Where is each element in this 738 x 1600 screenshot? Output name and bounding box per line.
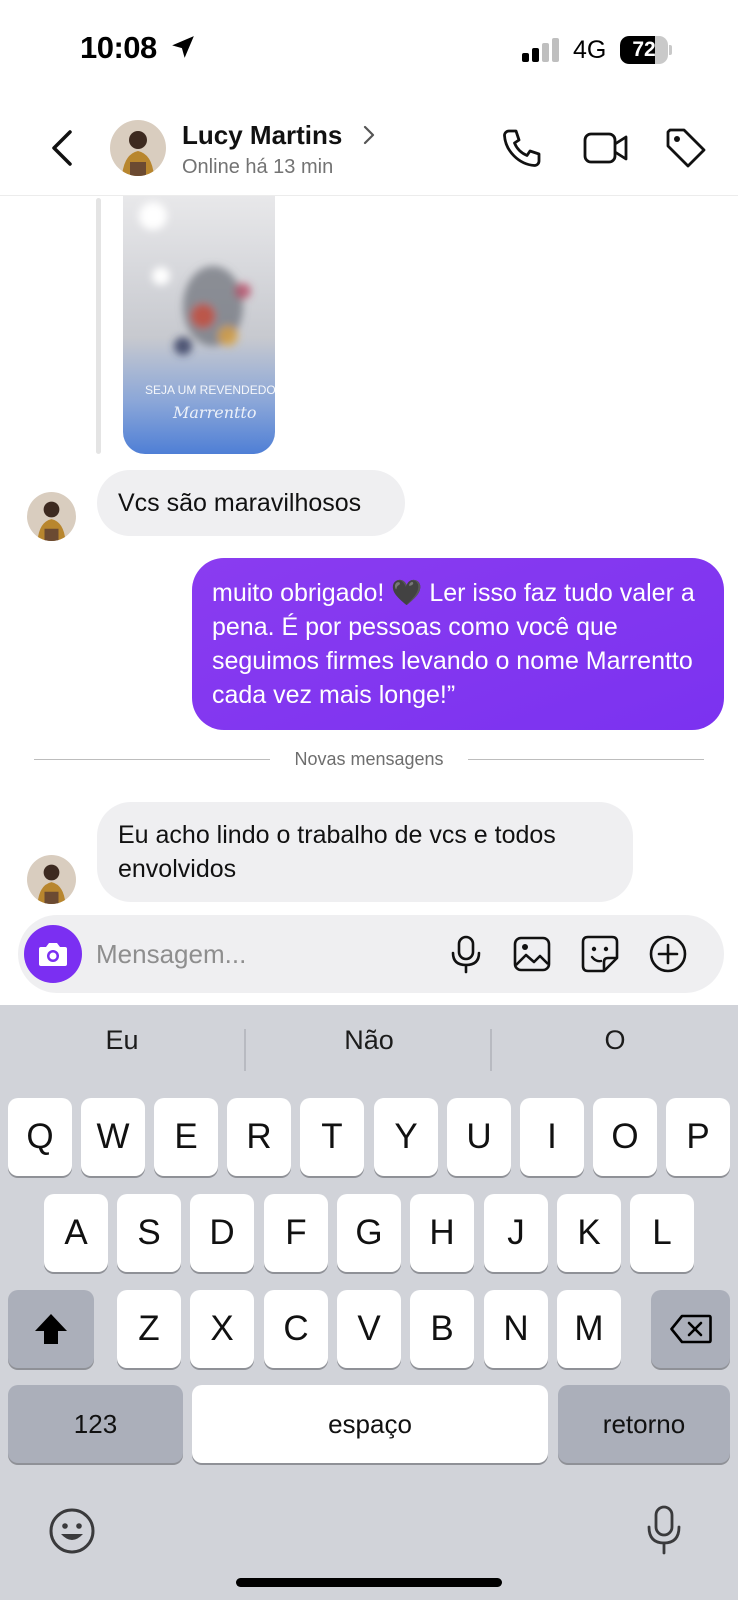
key-s[interactable]: S — [117, 1194, 181, 1272]
dictation-microphone-icon[interactable] — [644, 1505, 684, 1557]
shared-story-thumbnail[interactable]: SEJA UM REVENDEDOR Marrentto — [123, 196, 275, 454]
emoji-icon[interactable] — [48, 1507, 96, 1555]
home-indicator[interactable] — [236, 1578, 502, 1587]
video-call-icon[interactable] — [582, 126, 630, 170]
key-i[interactable]: I — [520, 1098, 584, 1176]
sender-avatar[interactable] — [27, 492, 76, 541]
suggestion-2[interactable]: Não — [269, 1025, 469, 1056]
story-overlay-text: SEJA UM REVENDEDOR — [145, 383, 275, 397]
key-h[interactable]: H — [410, 1194, 474, 1272]
shift-arrow-icon — [35, 1314, 67, 1344]
cellular-signal-icon — [522, 38, 559, 62]
key-p[interactable]: P — [666, 1098, 730, 1176]
message-text: muito obrigado! 🖤 Ler isso faz tudo vale… — [212, 579, 695, 709]
suggestion-3[interactable]: O — [515, 1025, 715, 1056]
microphone-icon[interactable] — [446, 934, 486, 974]
key-w[interactable]: W — [81, 1098, 145, 1176]
sticker-icon[interactable] — [580, 934, 620, 974]
return-key[interactable]: retorno — [558, 1385, 730, 1463]
key-z[interactable]: Z — [117, 1290, 181, 1368]
key-t[interactable]: T — [300, 1098, 364, 1176]
space-key[interactable]: espaço — [192, 1385, 548, 1463]
outgoing-message-bubble[interactable]: muito obrigado! 🖤 Ler isso faz tudo vale… — [192, 558, 724, 730]
key-v[interactable]: V — [337, 1290, 401, 1368]
keyboard: Eu Não O Q W E R T Y U I O P A S D F G H… — [0, 1005, 738, 1600]
backspace-key[interactable] — [651, 1290, 730, 1368]
key-u[interactable]: U — [447, 1098, 511, 1176]
location-arrow-icon — [172, 36, 194, 58]
key-n[interactable]: N — [484, 1290, 548, 1368]
story-brand-script: Marrentto — [172, 403, 256, 422]
suggestion-1[interactable]: Eu — [22, 1025, 222, 1056]
key-f[interactable]: F — [264, 1194, 328, 1272]
add-circle-icon[interactable] — [648, 934, 688, 974]
reply-indicator-line — [96, 198, 101, 454]
contact-name[interactable]: Lucy Martins — [182, 120, 342, 151]
phone-call-icon[interactable] — [500, 126, 544, 170]
incoming-message-bubble[interactable]: Eu acho lindo o trabalho de vcs e todos … — [97, 802, 633, 902]
divider-line-right — [468, 759, 704, 760]
key-r[interactable]: R — [227, 1098, 291, 1176]
contact-avatar[interactable] — [110, 120, 166, 176]
new-messages-divider: Novas mensagens — [294, 749, 444, 769]
incoming-message-bubble[interactable]: Vcs são maravilhosos — [97, 470, 405, 536]
divider-line-left — [34, 759, 270, 760]
status-time: 10:08 — [80, 30, 157, 65]
message-input[interactable] — [96, 929, 416, 979]
backspace-icon — [669, 1314, 712, 1344]
key-a[interactable]: A — [44, 1194, 108, 1272]
message-text: Eu acho lindo o trabalho de vcs e todos … — [118, 821, 556, 883]
suggestion-separator — [244, 1029, 246, 1071]
key-c[interactable]: C — [264, 1290, 328, 1368]
contact-status: Online há 13 min — [182, 156, 334, 178]
key-m[interactable]: M — [557, 1290, 621, 1368]
suggestion-separator — [490, 1029, 492, 1071]
battery-level: 72 — [632, 38, 656, 61]
message-text: Vcs são maravilhosos — [118, 489, 362, 517]
back-chevron-icon[interactable] — [44, 126, 80, 170]
key-b[interactable]: B — [410, 1290, 474, 1368]
key-g[interactable]: G — [337, 1194, 401, 1272]
sender-avatar[interactable] — [27, 855, 76, 904]
numbers-key[interactable]: 123 — [8, 1385, 183, 1463]
network-type: 4G — [573, 36, 607, 64]
chat-header: Lucy Martins Online há 13 min — [0, 100, 738, 196]
key-k[interactable]: K — [557, 1194, 621, 1272]
key-j[interactable]: J — [484, 1194, 548, 1272]
battery-icon: 72 — [620, 36, 672, 64]
camera-button[interactable] — [24, 925, 82, 983]
message-composer — [18, 915, 724, 993]
gallery-icon[interactable] — [512, 934, 552, 974]
camera-icon — [39, 943, 67, 966]
tag-icon[interactable] — [664, 126, 708, 170]
key-y[interactable]: Y — [374, 1098, 438, 1176]
status-bar: 10:08 4G 72 — [0, 0, 738, 100]
key-e[interactable]: E — [154, 1098, 218, 1176]
chevron-right-icon — [363, 125, 375, 145]
key-d[interactable]: D — [190, 1194, 254, 1272]
key-q[interactable]: Q — [8, 1098, 72, 1176]
key-l[interactable]: L — [630, 1194, 694, 1272]
shift-key[interactable] — [8, 1290, 94, 1368]
key-o[interactable]: O — [593, 1098, 657, 1176]
key-x[interactable]: X — [190, 1290, 254, 1368]
